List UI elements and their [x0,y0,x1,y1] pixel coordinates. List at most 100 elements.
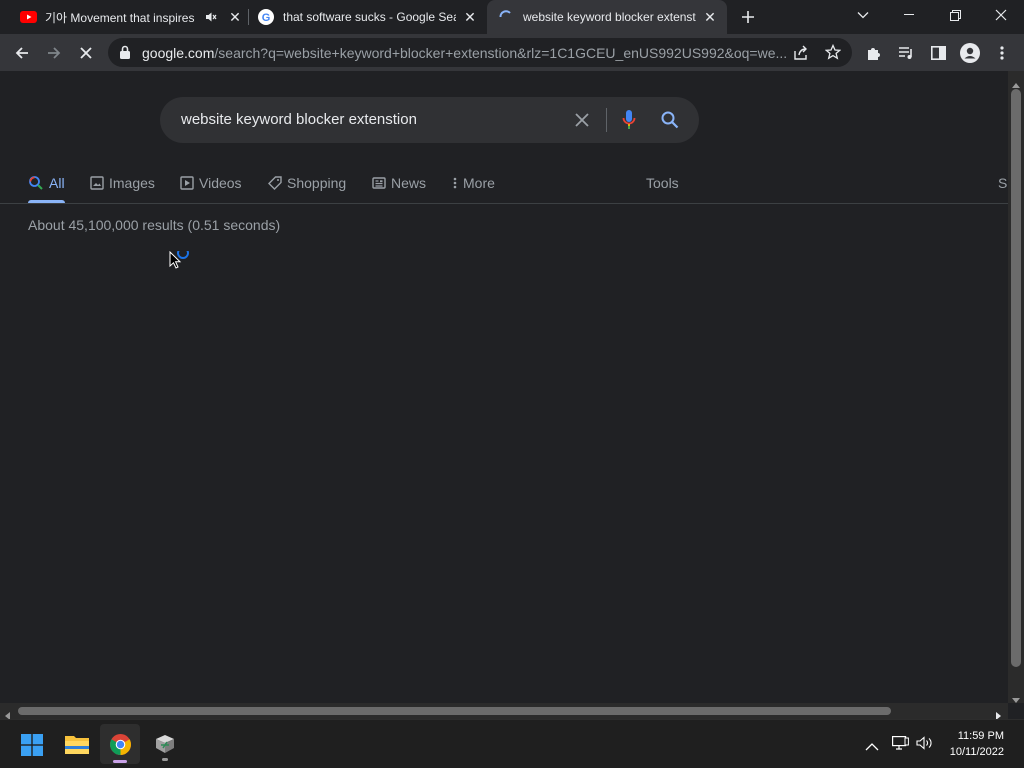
image-icon [90,176,104,190]
horizontal-scrollbar[interactable] [0,703,1008,720]
minimize-icon [904,14,914,15]
new-tab-button[interactable] [734,3,762,31]
clock-date[interactable]: 10/11/2022 [950,746,1004,758]
taskbar-item-active[interactable] [100,724,140,764]
back-button[interactable] [8,39,36,67]
video-icon [180,176,194,190]
close-window-button[interactable] [978,0,1024,30]
windows-taskbar: 11:59 PM 10/11/2022 [0,719,1024,768]
url-path: /search?q=website+keyword+blocker+extens… [214,45,788,61]
side-panel-button[interactable] [924,39,952,67]
address-bar[interactable]: google.com/search?q=website+keyword+bloc… [108,38,852,67]
chevron-down-icon [857,12,869,19]
close-tab-icon[interactable]: ✕ [462,9,478,25]
profile-button[interactable] [956,39,984,67]
extensions-button[interactable] [860,39,888,67]
mouse-cursor [169,247,193,278]
tab-strip: 기아 Movement that inspires ✕ G that softw… [0,0,1024,34]
search-input[interactable]: website keyword blocker extenstion [181,111,417,128]
tab-all[interactable]: All [28,173,65,193]
tab-title: website keyword blocker extenstion [523,10,696,24]
tools-button[interactable]: Tools [646,173,679,193]
restore-button[interactable] [932,0,978,30]
tab-search-button[interactable] [840,0,886,30]
close-icon [995,9,1007,21]
tab-title: that software sucks - Google Search [283,10,456,24]
forward-button[interactable] [40,39,68,67]
tab-separator [248,9,249,25]
youtube-icon [20,11,37,23]
scrollbar-corner [1008,703,1024,719]
tab-more[interactable]: More [452,173,495,193]
tab-label: Images [109,175,155,191]
plus-icon [742,11,754,23]
stop-loading-button[interactable] [72,39,100,67]
search-divider [606,108,607,132]
tab-label: News [391,175,427,191]
close-icon [80,47,92,59]
arrow-left-icon [15,47,28,59]
minimize-button[interactable] [886,0,932,30]
file-explorer-icon[interactable] [65,734,89,759]
share-icon[interactable] [793,45,809,65]
loading-spinner-icon [498,9,514,25]
vertical-scrollbar[interactable] [1008,71,1024,703]
network-icon[interactable] [892,736,909,755]
tab-label: All [49,175,65,191]
tab-images[interactable]: Images [90,173,155,193]
windows-start-icon[interactable] [21,734,43,761]
page-content: website keyword blocker extenstion All I… [0,71,1008,703]
horizontal-scroll-thumb[interactable] [18,707,891,715]
close-tab-icon[interactable]: ✕ [702,9,718,25]
lock-icon[interactable] [119,45,131,64]
microphone-icon[interactable] [622,109,636,136]
tab-title: 기아 Movement that inspires [45,10,195,25]
svg-text:G: G [262,12,271,24]
more-vert-icon [1000,46,1004,60]
search-submit-icon[interactable] [661,111,679,134]
nav-divider [0,203,1008,204]
busy-indicator-icon [177,247,189,259]
tab-google-search[interactable]: G that software sucks - Google Search ✕ [250,0,484,34]
tab-youtube[interactable]: 기아 Movement that inspires ✕ [12,0,244,34]
result-stats: About 45,100,000 results (0.51 seconds) [28,217,281,233]
chrome-menu-button[interactable] [988,39,1016,67]
tab-label: More [463,175,495,191]
news-icon [372,177,386,189]
side-panel-icon [930,46,946,60]
bookmark-star-icon[interactable] [824,43,842,65]
speaker-muted-icon[interactable] [205,11,217,23]
safesearch-button[interactable]: S [998,173,1007,193]
recycle-app-icon[interactable] [153,734,177,761]
more-vert-icon [453,177,457,189]
clock-time[interactable]: 11:59 PM [958,730,1004,742]
tab-label: Videos [199,175,242,191]
search-box[interactable]: website keyword blocker extenstion [160,97,699,143]
tab-videos[interactable]: Videos [180,173,242,193]
puzzle-icon [868,48,880,60]
tab-news[interactable]: News [372,173,426,193]
url-text[interactable]: google.com/search?q=website+keyword+bloc… [142,45,792,61]
tag-icon [268,176,282,190]
profile-icon [960,43,980,63]
tab-label: Shopping [287,175,347,191]
music-queue-icon [899,47,912,59]
active-app-indicator [113,760,127,763]
media-controls-button[interactable] [892,39,920,67]
search-icon [29,176,43,190]
tab-active[interactable]: website keyword blocker extenstion ✕ [487,0,727,34]
close-tab-icon[interactable]: ✕ [227,9,243,25]
running-app-indicator [162,758,168,761]
clear-search-icon[interactable] [574,112,590,133]
arrow-right-icon [48,47,61,59]
safesearch-label: S [998,175,1008,191]
tools-label: Tools [646,175,679,191]
tab-shopping[interactable]: Shopping [268,173,346,193]
chrome-icon [110,734,131,760]
vertical-scroll-thumb[interactable] [1011,89,1021,667]
chevron-up-icon[interactable] [865,738,879,756]
url-host: google.com [142,45,215,61]
google-icon: G [258,9,274,25]
browser-toolbar: google.com/search?q=website+keyword+bloc… [0,34,1024,71]
volume-icon[interactable] [916,736,934,755]
